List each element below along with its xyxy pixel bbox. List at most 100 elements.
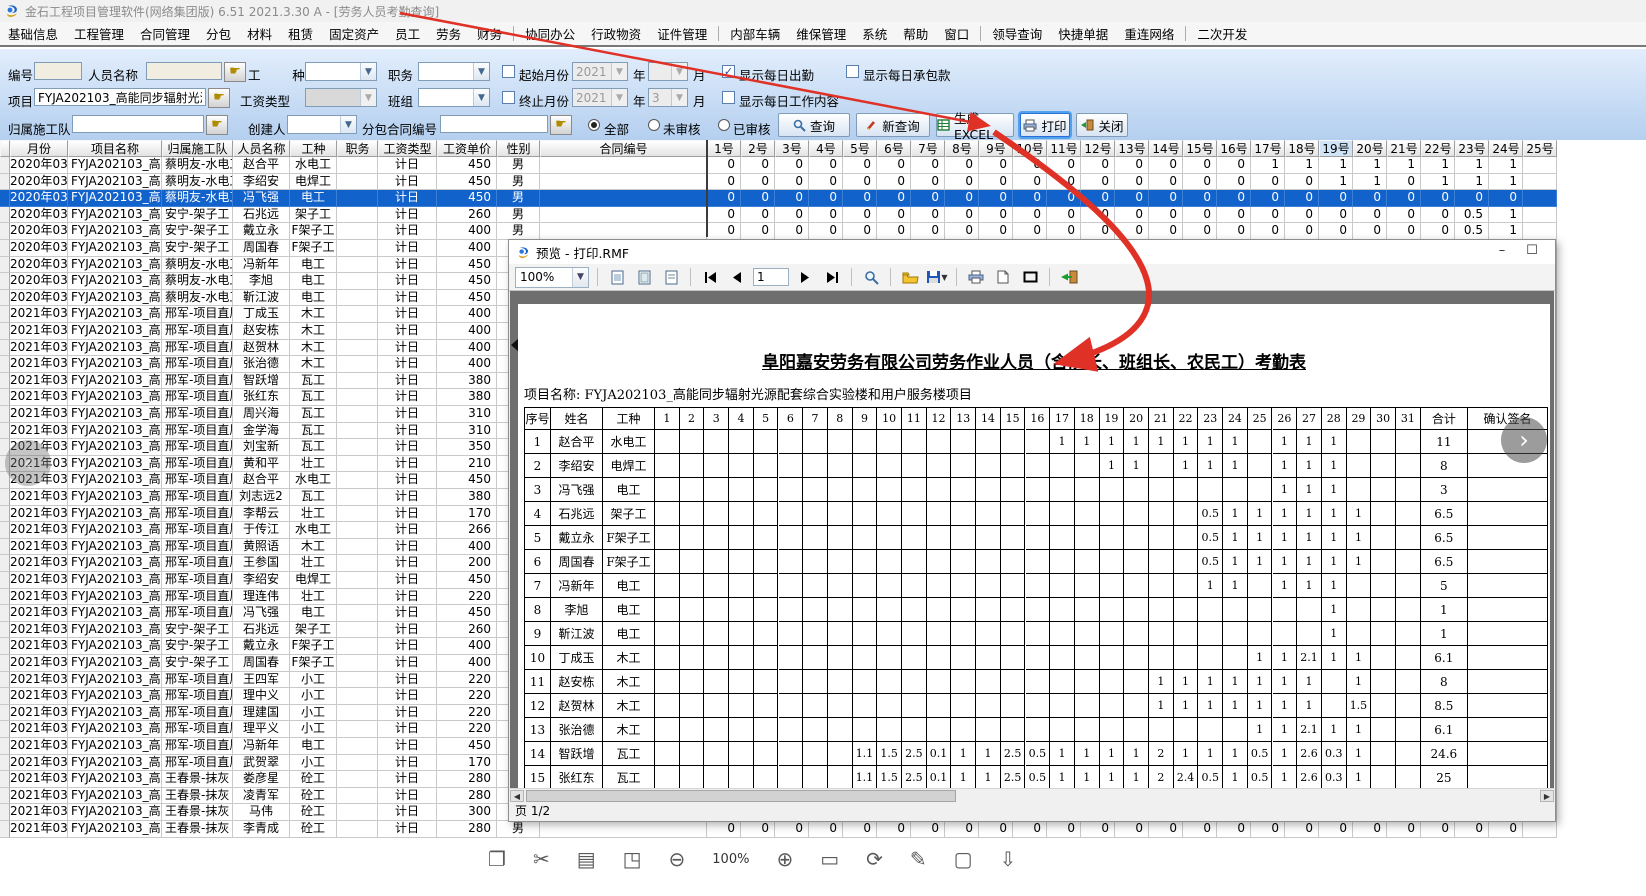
grid-day-header[interactable]: 1号: [707, 140, 741, 157]
crop-icon[interactable]: ◳: [623, 847, 642, 871]
guishu-picker-hand-icon[interactable]: ☛: [206, 115, 228, 135]
menu-item[interactable]: 财务: [469, 24, 510, 43]
grid-day-header[interactable]: 9号: [979, 140, 1013, 157]
grid-day-header[interactable]: 11号: [1047, 140, 1081, 157]
page-number-input[interactable]: [753, 268, 789, 286]
menu-item[interactable]: 维保管理: [788, 24, 854, 43]
menu-item[interactable]: 行政物资: [583, 24, 649, 43]
grid-day-header[interactable]: 15号: [1183, 140, 1217, 157]
grid-column-header[interactable]: 合同编号: [540, 140, 707, 157]
menu-item[interactable]: 窗口: [936, 24, 977, 43]
grid-day-header[interactable]: 21号: [1387, 140, 1421, 157]
menu-item[interactable]: 重连网络: [1116, 24, 1182, 43]
grid-day-header[interactable]: 8号: [945, 140, 979, 157]
show-content-checkbox[interactable]: [722, 91, 735, 104]
nav-prev-icon[interactable]: [726, 267, 748, 287]
table-row[interactable]: 2020年03月FYJA202103_高能蔡明友-水电工冯飞强电工计日450男0…: [0, 190, 1557, 207]
grid-day-header[interactable]: 7号: [911, 140, 945, 157]
gongzhong-select[interactable]: ▼: [305, 62, 377, 81]
menu-item[interactable]: 合同管理: [132, 24, 198, 43]
xiangmu-picker-hand-icon[interactable]: ☛: [208, 88, 230, 108]
menu-item[interactable]: 工程管理: [66, 24, 132, 43]
grid-column-header[interactable]: 工种: [290, 140, 337, 157]
preview-minimize-button[interactable]: –: [1487, 243, 1517, 261]
grid-day-header[interactable]: 12号: [1081, 140, 1115, 157]
preview-title-bar[interactable]: 预览 - 打印.RMF – ☐: [509, 240, 1555, 264]
scroll-thumb[interactable]: [526, 790, 956, 802]
radio-all[interactable]: [588, 119, 600, 131]
preview-maximize-button[interactable]: ☐: [1517, 243, 1547, 261]
grid-day-header[interactable]: 10号: [1013, 140, 1047, 157]
grid-day-header[interactable]: 25号: [1523, 140, 1557, 157]
table-row[interactable]: 2020年03月FYJA202103_高能蔡明友-水电工赵合平水电工计日450男…: [0, 157, 1557, 174]
grid-column-header[interactable]: 工资类型: [378, 140, 437, 157]
menu-item[interactable]: 帮助: [895, 24, 936, 43]
zhiwu-select[interactable]: ▼: [418, 62, 490, 81]
zhongzhi-year-select[interactable]: 2021▼: [572, 88, 628, 107]
menu-item[interactable]: 领导查询: [984, 24, 1050, 43]
nav-last-icon[interactable]: [821, 267, 843, 287]
find-icon[interactable]: [860, 267, 882, 287]
grid-column-header[interactable]: 职务: [337, 140, 378, 157]
exit-icon[interactable]: [1058, 267, 1080, 287]
zoom-out-icon[interactable]: ⊖: [669, 847, 686, 871]
fenbao-input[interactable]: [440, 115, 548, 133]
grid-day-header[interactable]: 23号: [1455, 140, 1489, 157]
scroll-right-icon[interactable]: ▶: [1540, 790, 1554, 802]
renyuan-picker-hand-icon[interactable]: ☛: [224, 62, 246, 82]
menu-item[interactable]: 快捷单据: [1050, 24, 1116, 43]
print-icon[interactable]: [965, 267, 987, 287]
zhongzhi-month-select[interactable]: 3▼: [648, 88, 688, 107]
frame-icon[interactable]: [1019, 267, 1041, 287]
menu-item[interactable]: 基础信息: [0, 24, 66, 43]
grid-day-header[interactable]: 22号: [1421, 140, 1455, 157]
scissors-icon[interactable]: ✂: [533, 847, 550, 871]
grid-day-header[interactable]: 24号: [1489, 140, 1523, 157]
rect-icon[interactable]: ▭: [820, 847, 839, 871]
blank-page-icon[interactable]: [992, 267, 1014, 287]
pencil-icon[interactable]: ✎: [910, 847, 927, 871]
grid-day-header[interactable]: 20号: [1353, 140, 1387, 157]
menu-item[interactable]: 劳务: [428, 24, 469, 43]
page-100-icon[interactable]: [660, 267, 682, 287]
grid-day-header[interactable]: 16号: [1217, 140, 1251, 157]
grid-day-header[interactable]: 2号: [741, 140, 775, 157]
xiangmu-input[interactable]: [34, 88, 206, 106]
grid-day-header[interactable]: 13号: [1115, 140, 1149, 157]
chuangjian-select[interactable]: ▼: [287, 115, 357, 134]
show-baokuan-checkbox[interactable]: [846, 65, 859, 78]
screen-icon[interactable]: ▤: [577, 847, 596, 871]
show-daily-checkbox[interactable]: ✓: [722, 65, 735, 78]
grid-day-header[interactable]: 6号: [877, 140, 911, 157]
grid-column-header[interactable]: 归属施工队: [162, 140, 233, 157]
zhongzhi-checkbox[interactable]: [502, 91, 515, 104]
nav-first-icon[interactable]: [699, 267, 721, 287]
renyuan-input[interactable]: [146, 62, 222, 80]
excel-button[interactable]: 生成EXCEL: [936, 113, 1014, 137]
zoom-in-icon[interactable]: ⊕: [776, 847, 793, 871]
viewer-next-button[interactable]: ›: [1501, 417, 1547, 463]
menu-item[interactable]: 协同办公: [517, 24, 583, 43]
page-full-icon[interactable]: [633, 267, 655, 287]
grid-column-header[interactable]: 项目名称: [68, 140, 162, 157]
grid-column-header[interactable]: 人员名称: [233, 140, 290, 157]
table-row[interactable]: 2021年03月FYJA202103_高能王春景-抹灰李青成砼工计日280男00…: [0, 821, 1557, 838]
grid-day-header[interactable]: 19号: [1319, 140, 1353, 157]
grid-day-header[interactable]: 5号: [843, 140, 877, 157]
qishi-checkbox[interactable]: [502, 65, 515, 78]
menu-item[interactable]: 材料: [239, 24, 280, 43]
open-folder-icon[interactable]: [899, 267, 921, 287]
nav-next-icon[interactable]: [794, 267, 816, 287]
menu-item[interactable]: 固定资产: [321, 24, 387, 43]
table-row[interactable]: 2020年03月FYJA202103_高能安宁-架子工石兆远架子工计日260男0…: [0, 207, 1557, 224]
radio-unaudited[interactable]: [648, 119, 660, 131]
menu-item[interactable]: 员工: [387, 24, 428, 43]
square-icon[interactable]: ▢: [954, 847, 973, 871]
menu-item[interactable]: 二次开发: [1189, 24, 1255, 43]
new-query-button[interactable]: 新查询: [856, 113, 930, 137]
grid-day-header[interactable]: 17号: [1251, 140, 1285, 157]
close-button[interactable]: 关闭: [1076, 113, 1128, 137]
page-width-icon[interactable]: [606, 267, 628, 287]
bianhao-input[interactable]: [34, 62, 82, 80]
download-icon[interactable]: ⇩: [1000, 847, 1017, 871]
